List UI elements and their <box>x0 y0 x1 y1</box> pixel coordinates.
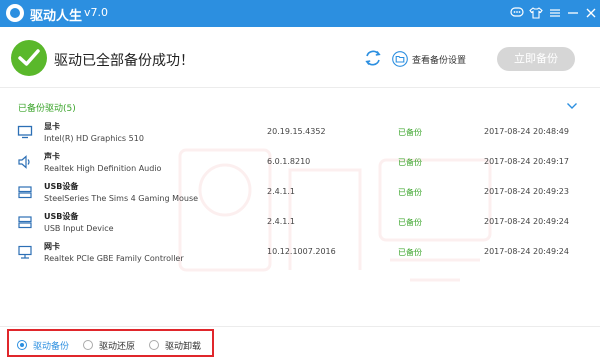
driver-row: 显卡 Intel(R) HD Graphics 510 20.19.15.435… <box>0 121 600 151</box>
driver-status: 已备份 <box>398 128 422 137</box>
driver-row: USB设备 USB Input Device 2.4.1.1 已备份 2017-… <box>0 211 600 241</box>
success-message: 驱动已全部备份成功！ <box>54 53 194 69</box>
folder-icon <box>392 51 408 67</box>
usb-device-icon <box>17 184 33 200</box>
driver-version: 2.4.1.1 <box>267 217 295 226</box>
driver-version: 10.12.1007.2016 <box>267 247 336 256</box>
driver-device-name: Intel(R) HD Graphics 510 <box>44 134 144 143</box>
title-bar: 驱动人生 v7.0 <box>0 0 600 27</box>
driver-version: 20.19.15.4352 <box>267 127 326 136</box>
success-check-icon <box>11 40 47 76</box>
backup-now-button[interactable]: 立即备份 <box>497 47 575 71</box>
driver-device-name: Realtek PCIe GBE Family Controller <box>44 254 184 263</box>
driver-backup-time: 2017-08-24 20:48:49 <box>484 127 569 136</box>
app-title: 驱动人生 <box>30 9 83 24</box>
driver-device-name: Realtek High Definition Audio <box>44 164 162 173</box>
driver-row: 声卡 Realtek High Definition Audio 6.0.1.8… <box>0 151 600 181</box>
app-logo-icon <box>6 4 24 22</box>
driver-version: 6.0.1.8210 <box>267 157 311 166</box>
network-card-icon <box>17 244 33 260</box>
driver-status: 已备份 <box>398 158 422 167</box>
tab-driver-backup[interactable]: 驱动备份 <box>17 338 69 352</box>
driver-status: 已备份 <box>398 218 422 227</box>
driver-row: USB设备 SteelSeries The Sims 4 Gaming Mous… <box>0 181 600 211</box>
driver-device-name: USB Input Device <box>44 224 114 233</box>
driver-version: 2.4.1.1 <box>267 187 295 196</box>
close-icon[interactable] <box>584 6 598 20</box>
chevron-down-icon[interactable] <box>566 101 578 111</box>
driver-backup-time: 2017-08-24 20:49:17 <box>484 157 569 166</box>
tab-label: 驱动备份 <box>33 341 70 352</box>
speaker-icon <box>17 154 33 170</box>
driver-category: 声卡 <box>44 152 60 161</box>
radio-unselected-icon <box>83 340 93 350</box>
refresh-icon[interactable] <box>362 47 384 69</box>
backed-up-drivers-title: 已备份驱动(5) <box>18 104 76 114</box>
tab-driver-uninstall[interactable]: 驱动卸载 <box>149 338 201 352</box>
footer-divider <box>0 326 600 327</box>
driver-category: USB设备 <box>44 182 79 191</box>
driver-row: 网卡 Realtek PCIe GBE Family Controller 10… <box>0 241 600 271</box>
menu-icon[interactable] <box>548 6 562 20</box>
driver-status: 已备份 <box>398 248 422 257</box>
message-icon[interactable] <box>510 6 524 20</box>
app-version: v7.0 <box>84 6 109 19</box>
driver-backup-time: 2017-08-24 20:49:24 <box>484 247 569 256</box>
radio-unselected-icon <box>149 340 159 350</box>
tab-driver-restore[interactable]: 驱动还原 <box>83 338 135 352</box>
header-divider <box>0 87 600 88</box>
driver-category: USB设备 <box>44 212 79 221</box>
monitor-icon <box>17 124 33 140</box>
driver-category: 显卡 <box>44 122 60 131</box>
mode-tabs: 驱动备份 驱动还原 驱动卸载 <box>7 329 214 357</box>
radio-selected-icon <box>17 340 27 350</box>
minimize-icon[interactable] <box>566 6 580 20</box>
tab-label: 驱动卸载 <box>165 341 202 352</box>
driver-backup-time: 2017-08-24 20:49:23 <box>484 187 569 196</box>
tab-label: 驱动还原 <box>99 341 136 352</box>
view-backup-settings-link[interactable]: 查看备份设置 <box>392 50 466 68</box>
driver-device-name: SteelSeries The Sims 4 Gaming Mouse <box>44 194 199 203</box>
view-backup-settings-label: 查看备份设置 <box>412 55 467 66</box>
usb-device-icon <box>17 214 33 230</box>
skin-icon[interactable] <box>529 6 543 20</box>
driver-status: 已备份 <box>398 188 422 197</box>
driver-backup-time: 2017-08-24 20:49:24 <box>484 217 569 226</box>
driver-category: 网卡 <box>44 242 60 251</box>
